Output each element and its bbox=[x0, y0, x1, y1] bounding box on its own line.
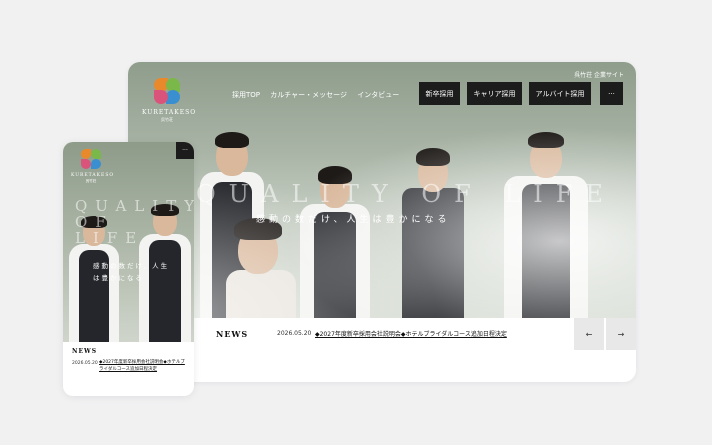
logo-wordmark: KURETAKESO bbox=[142, 109, 197, 116]
logo-wordmark: KURETAKESO bbox=[71, 173, 115, 178]
menu-button[interactable]: ··· bbox=[600, 82, 623, 105]
part-time-button[interactable]: アルバイト採用 bbox=[529, 82, 591, 105]
site-logo[interactable]: KURETAKESO 呉竹荘 bbox=[142, 76, 197, 123]
nav-item-recruit-top[interactable]: 採用TOP bbox=[232, 91, 260, 99]
news-date: 2026.05.20 bbox=[277, 330, 312, 337]
logo-icon bbox=[80, 148, 102, 170]
logo-subtext: 呉竹荘 bbox=[161, 117, 173, 122]
news-prev-button[interactable]: ← bbox=[574, 318, 604, 350]
news-link[interactable]: ◆2027年度新卒採用会社説明会◆ホテルブライダルコース追加日程決定 bbox=[315, 329, 507, 338]
logo-subtext: 呉竹荘 bbox=[85, 179, 97, 183]
news-label: NEWS bbox=[216, 329, 249, 339]
hero-headline: QUALITY OF LIFE bbox=[196, 180, 616, 208]
mobile-hero-image: KURETAKESO 呉竹荘 ··· QUALITY OF LIFE 感動の数だ… bbox=[63, 142, 194, 342]
hero-subcopy: 感動の数だけ、人生は豊かになる bbox=[256, 215, 451, 225]
news-next-button[interactable]: → bbox=[606, 318, 636, 350]
mobile-mockup: KURETAKESO 呉竹荘 ··· QUALITY OF LIFE 感動の数だ… bbox=[63, 142, 194, 396]
hero-image: KURETAKESO 呉竹荘 採用TOP カルチャー・メッセージ インタビュー … bbox=[128, 62, 636, 318]
nav-item-culture[interactable]: カルチャー・メッセージ bbox=[270, 91, 347, 99]
mobile-news-link[interactable]: ◆2027年度新卒採用会社説明会◆ホテルブライダルコース追加日程決定 bbox=[99, 359, 189, 373]
mobile-menu-button[interactable]: ··· bbox=[176, 142, 194, 159]
new-grad-button[interactable]: 新卒採用 bbox=[419, 82, 460, 105]
corporate-site-link[interactable]: 呉竹荘 企業サイト bbox=[574, 70, 624, 79]
mobile-hero-subcopy: 感動の数だけ、人生は豊かになる bbox=[93, 262, 170, 282]
career-button[interactable]: キャリア採用 bbox=[467, 82, 522, 105]
mobile-news-label: NEWS bbox=[72, 348, 98, 355]
logo-icon bbox=[152, 76, 182, 106]
main-nav: 採用TOP カルチャー・メッセージ インタビュー bbox=[232, 90, 407, 100]
nav-item-interview[interactable]: インタビュー bbox=[357, 91, 399, 99]
news-bar: NEWS 2026.05.20 ◆2027年度新卒採用会社説明会◆ホテルブライダ… bbox=[202, 318, 636, 350]
desktop-mockup: KURETAKESO 呉竹荘 採用TOP カルチャー・メッセージ インタビュー … bbox=[128, 62, 636, 382]
mobile-hero-headline: QUALITY OF LIFE bbox=[75, 197, 194, 247]
mobile-news-date: 2026.05.20 bbox=[72, 361, 98, 366]
mobile-site-logo[interactable]: KURETAKESO 呉竹荘 bbox=[71, 148, 115, 184]
